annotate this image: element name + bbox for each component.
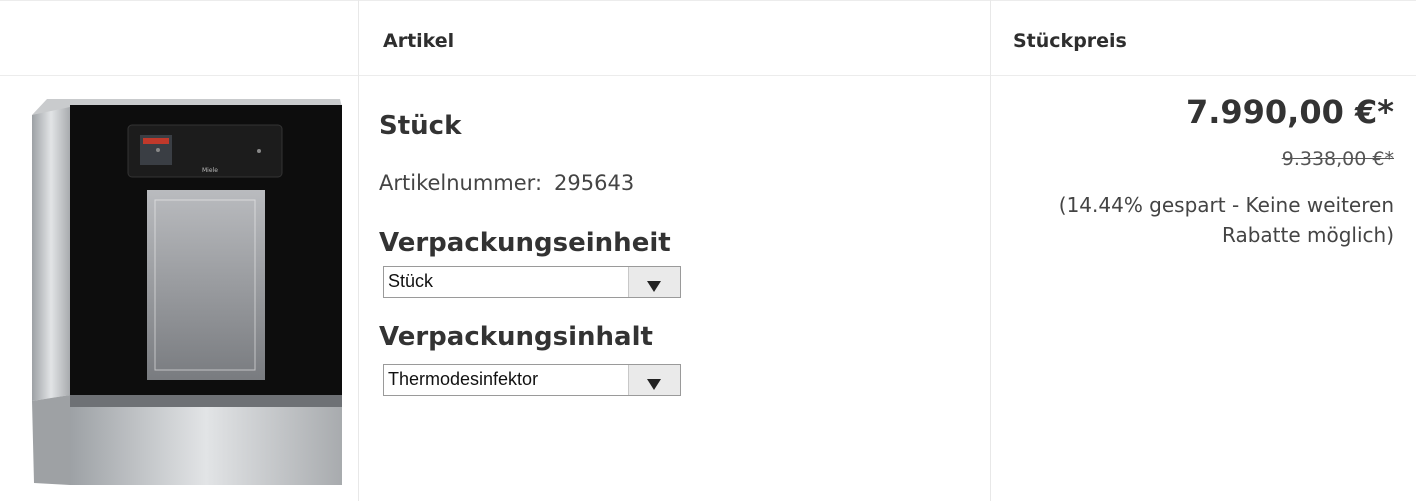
savings-note: (14.44% gespart - Keine weiteren Rabatte…	[1058, 193, 1394, 247]
header-row-divider	[0, 75, 1416, 76]
pack-unit-heading: Verpackungseinheit	[379, 228, 671, 258]
article-number: Artikelnummer: 295643	[379, 171, 634, 195]
miele-logo: Miele	[202, 167, 218, 174]
column-divider-1	[358, 0, 359, 501]
old-price: 9.338,00 €*	[1281, 148, 1394, 170]
pack-unit-select-value: Stück	[388, 271, 434, 291]
table-top-border	[0, 0, 1416, 1]
column-header-article: Artikel	[383, 30, 455, 52]
unit-price: 7.990,00 €*	[1185, 93, 1394, 131]
pack-content-heading: Verpackungsinhalt	[379, 322, 653, 352]
product-table: Artikel Stückpreis Miele Stück Artikelnu…	[0, 0, 1416, 501]
chevron-down-icon	[647, 379, 661, 390]
product-title: Stück	[379, 111, 462, 141]
pack-unit-select[interactable]: Stück	[383, 266, 681, 298]
pack-content-dropdown-button[interactable]	[628, 365, 680, 395]
column-header-unit-price: Stückpreis	[1013, 30, 1127, 52]
dishwasher-image[interactable]: Miele	[22, 95, 347, 490]
article-number-label: Artikelnummer:	[379, 171, 543, 195]
chevron-down-icon	[647, 281, 661, 292]
column-divider-2	[990, 0, 991, 501]
pack-content-select[interactable]: Thermodesinfektor	[383, 364, 681, 396]
pack-content-select-value: Thermodesinfektor	[388, 369, 539, 389]
pack-unit-dropdown-button[interactable]	[628, 267, 680, 297]
article-number-value: 295643	[554, 171, 635, 195]
